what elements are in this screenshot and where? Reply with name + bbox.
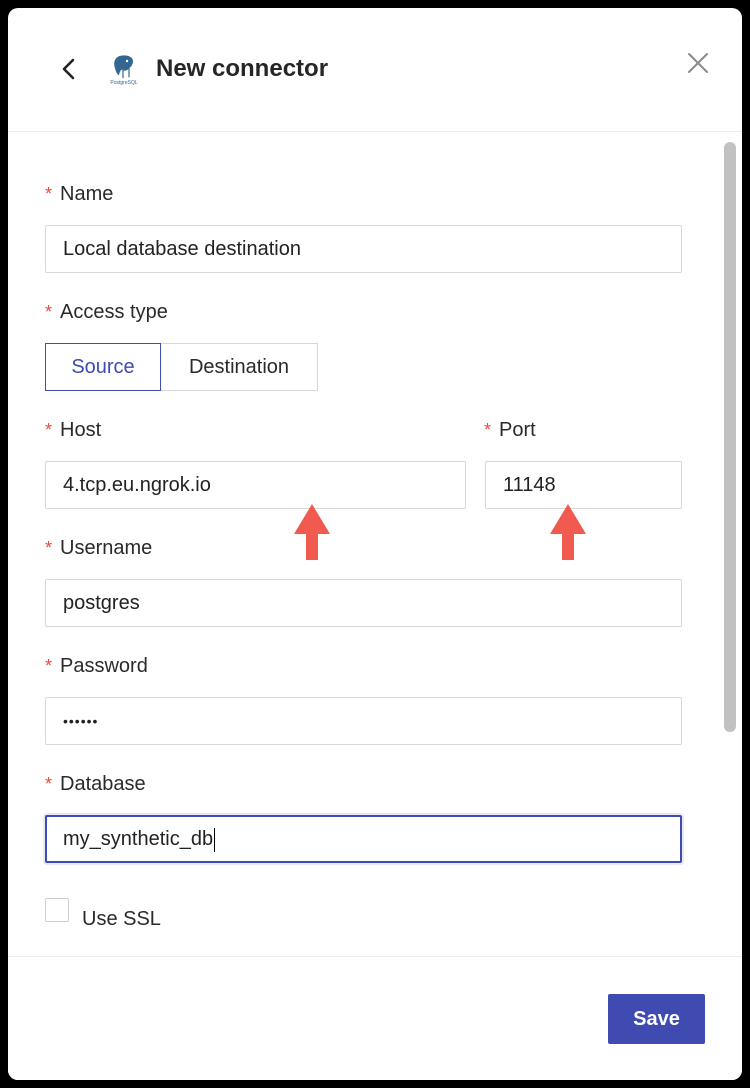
required-marker: * (484, 420, 492, 440)
form-body: * Name Local database destination * Access… (8, 132, 720, 956)
close-icon (688, 53, 708, 73)
dialog-header: PostgreSQL New connector (8, 8, 742, 132)
use-ssl-checkbox[interactable] (45, 898, 69, 922)
scrollbar[interactable] (720, 132, 742, 956)
username-label: * Username (45, 537, 153, 559)
username-input[interactable]: postgres (45, 579, 682, 627)
annotation-arrow-port-icon (550, 504, 586, 560)
port-label: * Port (484, 419, 536, 441)
access-type-destination-option[interactable]: Destination (160, 343, 318, 391)
save-button[interactable]: Save (608, 994, 705, 1044)
page-title: New connector (156, 55, 329, 82)
logo-caption: PostgreSQL (110, 80, 138, 86)
back-button[interactable] (52, 52, 86, 86)
postgresql-logo: PostgreSQL (106, 52, 142, 88)
required-marker: * (45, 184, 53, 204)
host-label: * Host (45, 419, 102, 441)
access-type-source-option[interactable]: Source (45, 343, 161, 391)
text-caret (214, 827, 216, 852)
database-label: * Database (45, 773, 146, 795)
postgresql-elephant-icon (113, 54, 134, 80)
close-button[interactable] (686, 51, 710, 75)
access-type-label: * Access type (45, 301, 168, 323)
database-input[interactable]: my_synthetic_db (45, 815, 682, 863)
required-marker: * (45, 538, 53, 558)
scrollbar-thumb[interactable] (724, 142, 736, 732)
required-marker: * (45, 420, 53, 440)
new-connector-dialog: PostgreSQL New connector * Name Local dat… (8, 8, 742, 1080)
required-marker: * (45, 302, 53, 322)
use-ssl-label[interactable]: Use SSL (82, 908, 161, 931)
name-input[interactable]: Local database destination (45, 225, 682, 273)
required-marker: * (45, 656, 53, 676)
name-label: * Name (45, 183, 114, 205)
required-marker: * (45, 774, 53, 794)
password-input[interactable]: •••••• (45, 697, 682, 745)
chevron-left-icon (62, 58, 75, 80)
password-label: * Password (45, 655, 148, 677)
host-input[interactable]: 4.tcp.eu.ngrok.io (45, 461, 466, 509)
annotation-arrow-host-icon (294, 504, 330, 560)
dialog-footer: Save (8, 956, 742, 1080)
